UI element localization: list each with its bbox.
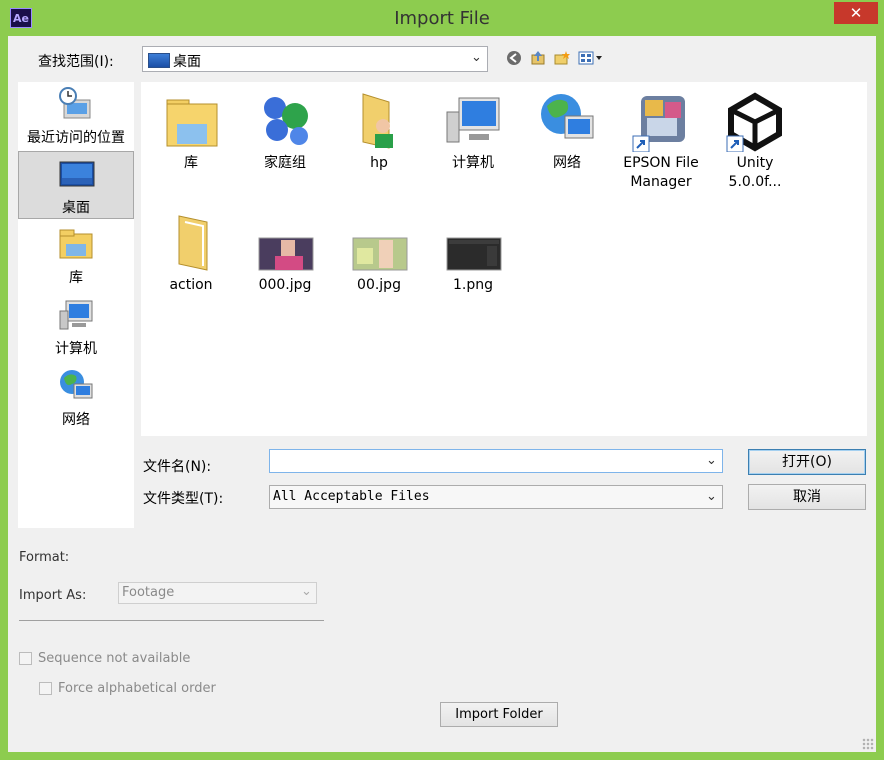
close-button[interactable]: ✕: [834, 2, 878, 24]
file-item[interactable]: Unity 5.0.0f...: [710, 90, 800, 192]
cancel-button[interactable]: 取消: [748, 484, 866, 510]
file-item[interactable]: 网络: [522, 90, 612, 173]
image-thumbnail: [255, 212, 315, 274]
place-recent[interactable]: 最近访问的位置: [18, 82, 134, 150]
place-libraries[interactable]: 库: [18, 222, 134, 290]
libraries-icon: [58, 226, 94, 262]
filetype-select[interactable]: All Acceptable Files ⌄: [269, 485, 723, 509]
filetype-label: 文件类型(T):: [143, 491, 224, 507]
filename-label: 文件名(N):: [143, 459, 212, 475]
file-item[interactable]: 库: [146, 90, 236, 173]
open-button[interactable]: 打开(O): [748, 449, 866, 475]
place-label: 网络: [62, 412, 90, 428]
network-icon: [537, 90, 597, 152]
file-item[interactable]: 计算机: [428, 90, 518, 173]
file-item[interactable]: 000.jpg: [240, 212, 330, 295]
image-thumbnail: [349, 212, 409, 274]
place-desktop[interactable]: 桌面: [18, 151, 134, 219]
file-item[interactable]: EPSON File Manager: [616, 90, 706, 192]
filename-input[interactable]: ⌄: [269, 449, 723, 473]
file-item[interactable]: action: [146, 212, 236, 295]
import-folder-button[interactable]: Import Folder: [440, 702, 558, 727]
recent-places-icon: [58, 86, 94, 122]
folder-icon: [161, 212, 221, 274]
chevron-down-icon[interactable]: ⌄: [706, 453, 717, 468]
file-item[interactable]: hp: [334, 90, 424, 173]
new-folder-icon[interactable]: [554, 50, 570, 66]
title-bar[interactable]: Ae Import File ✕: [0, 0, 884, 36]
look-in-dropdown[interactable]: 桌面 ⌄: [142, 46, 488, 72]
file-item[interactable]: 家庭组: [240, 90, 330, 173]
alphabetical-checkbox[interactable]: [39, 682, 52, 695]
place-label: 库: [69, 270, 83, 286]
file-item[interactable]: 00.jpg: [334, 212, 424, 295]
back-icon[interactable]: [506, 50, 522, 66]
places-bar: 最近访问的位置 桌面 库 计算机 网络: [18, 82, 134, 528]
import-as-label: Import As:: [19, 588, 87, 603]
place-label: 最近访问的位置: [27, 130, 125, 146]
alphabetical-label: Force alphabetical order: [58, 681, 216, 696]
file-item[interactable]: 1.png: [428, 212, 518, 295]
computer-icon: [443, 90, 503, 152]
unity-shortcut-icon: [725, 90, 785, 153]
epson-shortcut-icon: [631, 90, 691, 153]
dialog-body: 查找范围(I): 桌面 ⌄ 最近访问的位置 桌面 库 计算机 网络 库 家庭组 …: [8, 36, 876, 752]
look-in-label: 查找范围(I):: [38, 54, 114, 70]
chevron-down-icon: ⌄: [471, 50, 482, 65]
resize-grip[interactable]: [862, 738, 874, 750]
file-list[interactable]: 库 家庭组 hp 计算机 网络 EPSON File Manager Unity…: [141, 82, 867, 436]
sequence-label: Sequence not available: [38, 651, 191, 666]
libraries-folder-icon: [161, 90, 221, 152]
import-as-select[interactable]: Footage ⌄: [118, 582, 317, 604]
desktop-icon: [59, 156, 95, 192]
image-thumbnail: [443, 212, 503, 274]
filetype-value: All Acceptable Files: [273, 489, 430, 504]
import-as-value: Footage: [122, 585, 175, 600]
sequence-checkbox[interactable]: [19, 652, 32, 665]
window-title: Import File: [394, 8, 490, 29]
import-file-window: Ae Import File ✕ 查找范围(I): 桌面 ⌄ 最近访问的位置 桌…: [0, 0, 884, 760]
view-menu-icon[interactable]: [578, 50, 604, 66]
separator: [19, 620, 324, 621]
look-in-value: 桌面: [173, 54, 201, 70]
chevron-down-icon: ⌄: [301, 584, 312, 599]
format-label: Format:: [19, 550, 70, 565]
homegroup-icon: [255, 90, 315, 152]
place-label: 桌面: [62, 200, 90, 216]
desktop-icon: [148, 53, 170, 68]
place-network[interactable]: 网络: [18, 364, 134, 432]
place-label: 计算机: [55, 341, 97, 357]
network-icon: [58, 368, 94, 404]
user-folder-icon: [349, 90, 409, 152]
chevron-down-icon: ⌄: [706, 489, 717, 504]
computer-icon: [58, 297, 94, 333]
up-folder-icon[interactable]: [530, 50, 546, 66]
place-computer[interactable]: 计算机: [18, 293, 134, 361]
